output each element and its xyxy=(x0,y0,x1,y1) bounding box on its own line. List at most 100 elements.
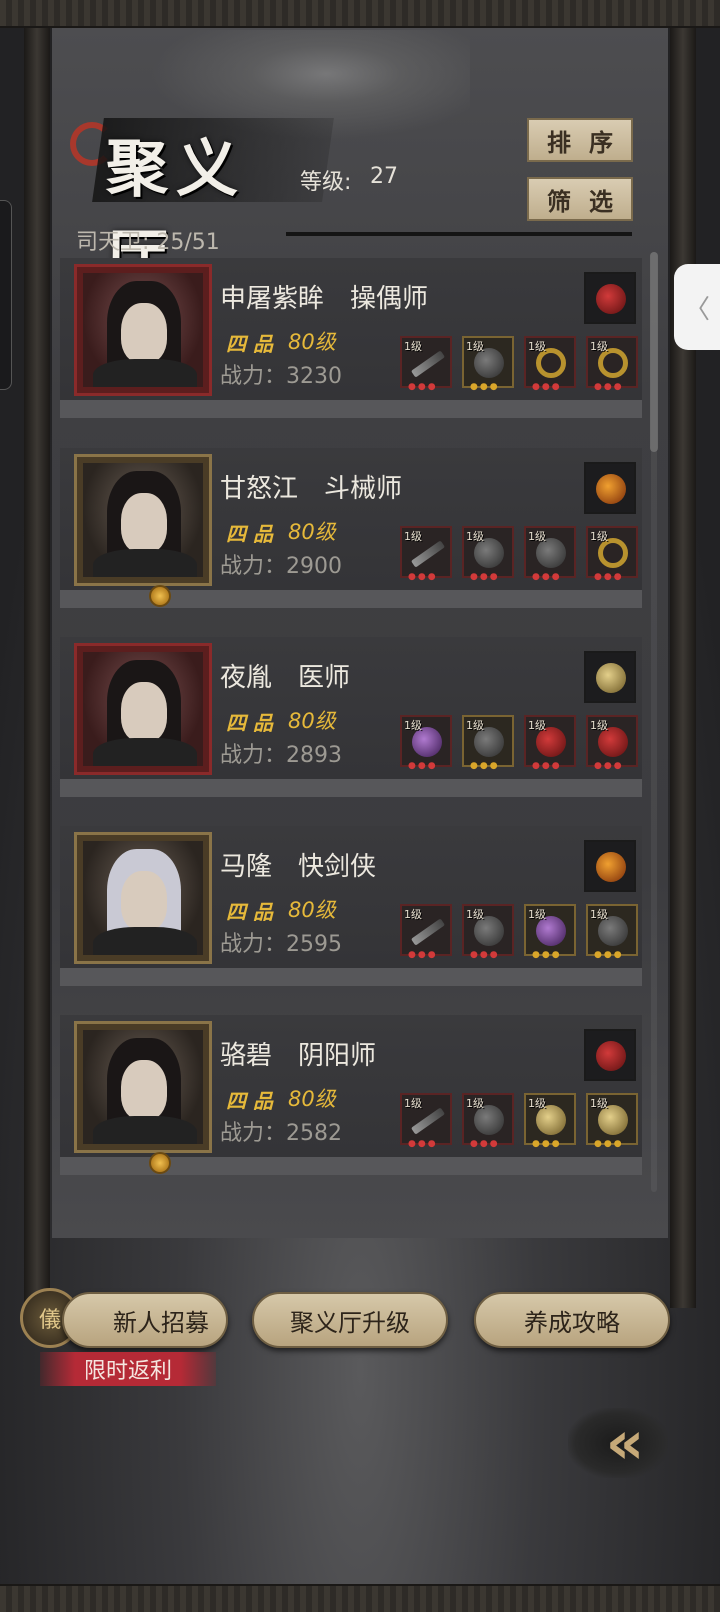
star-dots: ●●● xyxy=(594,1139,624,1149)
star-dots: ●●● xyxy=(470,950,500,960)
hall-level-value: 27 xyxy=(370,164,398,189)
equipment-slot[interactable]: 1级 ●●● xyxy=(586,904,638,960)
guide-button[interactable]: 养成攻略 xyxy=(474,1292,670,1348)
hall-level-label: 等级: xyxy=(300,170,352,195)
limited-rebate-badge[interactable]: 限时返利 xyxy=(40,1352,216,1386)
equipment-level: 1级 xyxy=(404,1097,422,1110)
special-item-slot[interactable] xyxy=(584,272,636,324)
crossbow-icon xyxy=(410,540,446,568)
member-card[interactable]: 夜胤 医师 四 品 80级 战力：2893 1级 ●●● 1级 ●●● 1级 ●… xyxy=(60,637,642,797)
member-power: 战力：2582 xyxy=(220,1121,342,1146)
equipment-level: 1级 xyxy=(528,908,546,921)
equipment-slot[interactable]: 1级 ●●● xyxy=(462,1093,514,1149)
member-card[interactable]: 甘怒江 斗械师 四 品 80级 战力：2900 1级 ●●● 1级 ●●● 1级… xyxy=(60,448,642,608)
member-grade: 四 品 xyxy=(226,522,273,546)
star-dots: ●●● xyxy=(470,572,500,582)
equipment-slot[interactable]: 1级 ●●● xyxy=(400,1093,452,1149)
sickle-icon xyxy=(410,1107,446,1135)
member-name: 申屠紫眸 操偶师 xyxy=(220,284,429,314)
equipment-slot[interactable]: 1级 ●●● xyxy=(524,336,576,392)
portrait-body xyxy=(93,549,197,577)
rank-badge-icon xyxy=(149,1152,171,1174)
equipment-slot[interactable]: 1级 ●●● xyxy=(400,336,452,392)
torch-icon xyxy=(596,474,626,504)
star-dots: ●●● xyxy=(532,1139,562,1149)
equipment-level: 1级 xyxy=(590,530,608,543)
equipment-slot[interactable]: 1级 ●●● xyxy=(586,715,638,771)
star-dots: ●●● xyxy=(532,382,562,392)
equipment-slot[interactable]: 1级 ●●● xyxy=(586,1093,638,1149)
equipment-slot[interactable]: 1级 ●●● xyxy=(462,715,514,771)
back-button[interactable]: « xyxy=(568,1408,668,1478)
bracelet-icon xyxy=(596,663,626,693)
recruit-button[interactable]: 新人招募 xyxy=(62,1292,228,1348)
sort-button[interactable]: 排序 xyxy=(527,118,633,162)
portrait-art xyxy=(83,273,203,387)
member-card[interactable]: 马隆 快剑侠 四 品 80级 战力：2595 1级 ●●● 1级 ●●● 1级 … xyxy=(60,826,642,986)
side-expand-tab[interactable]: 〈 xyxy=(674,264,720,350)
equipment-level: 1级 xyxy=(528,1097,546,1110)
equipment-slot[interactable]: 1级 ●●● xyxy=(462,526,514,582)
member-level: 80级 xyxy=(288,520,336,544)
page-title: 聚义厅 xyxy=(70,112,334,295)
rank-badge-icon xyxy=(149,585,171,607)
star-dots: ●●● xyxy=(408,1139,438,1149)
equipment-slot[interactable]: 1级 ●●● xyxy=(524,526,576,582)
member-portrait[interactable] xyxy=(74,454,212,607)
special-item-slot[interactable] xyxy=(584,1029,636,1081)
equipment-level: 1级 xyxy=(590,340,608,353)
member-portrait[interactable] xyxy=(74,832,212,964)
equipment-slot[interactable]: 1级 ●●● xyxy=(524,1093,576,1149)
double-chevron-left-icon: « xyxy=(605,1408,645,1478)
star-dots: ●●● xyxy=(408,950,438,960)
member-power: 战力：3230 xyxy=(220,364,342,389)
portrait-art xyxy=(83,841,203,955)
member-card[interactable]: 骆碧 阴阳师 四 品 80级 战力：2582 1级 ●●● 1级 ●●● 1级 … xyxy=(60,1015,642,1175)
equipment-slot[interactable]: 1级 ●●● xyxy=(524,715,576,771)
star-dots: ●●● xyxy=(470,382,500,392)
hall-upgrade-button[interactable]: 聚义厅升级 xyxy=(252,1292,448,1348)
left-edge-tab xyxy=(0,200,12,390)
equipment-slot[interactable]: 1级 ●●● xyxy=(400,904,452,960)
equipment-level: 1级 xyxy=(404,908,422,921)
left-pillar xyxy=(24,28,50,1308)
recruit-token-glyph: 儀 xyxy=(38,1308,61,1333)
equipment-slot[interactable]: 1级 ●●● xyxy=(462,336,514,392)
member-power: 战力：2893 xyxy=(220,743,342,768)
bottom-border xyxy=(0,1584,720,1612)
guard-count: 司天卫: 25/51 xyxy=(76,230,220,255)
member-grade: 四 品 xyxy=(226,900,273,924)
star-dots: ●●● xyxy=(532,572,562,582)
equipment-slot[interactable]: 1级 ●●● xyxy=(462,904,514,960)
special-item-slot[interactable] xyxy=(584,651,636,703)
equipment-slot[interactable]: 1级 ●●● xyxy=(586,336,638,392)
portrait-body xyxy=(93,359,197,387)
spear-icon xyxy=(410,350,446,378)
right-pillar xyxy=(670,28,696,1308)
portrait-face xyxy=(121,682,167,742)
scrollbar-thumb[interactable] xyxy=(650,252,658,452)
portrait-face xyxy=(121,303,167,363)
equipment-slot[interactable]: 1级 ●●● xyxy=(586,526,638,582)
portrait-art xyxy=(83,652,203,766)
member-portrait[interactable] xyxy=(74,1021,212,1174)
divider xyxy=(286,232,632,236)
special-item-slot[interactable] xyxy=(584,840,636,892)
filter-button[interactable]: 筛选 xyxy=(527,177,633,221)
equipment-slot[interactable]: 1级 ●●● xyxy=(524,904,576,960)
equipment-level: 1级 xyxy=(466,340,484,353)
special-item-slot[interactable] xyxy=(584,462,636,514)
equipment-level: 1级 xyxy=(404,530,422,543)
amber-gem-icon xyxy=(596,852,626,882)
equipment-level: 1级 xyxy=(466,908,484,921)
equipment-slot[interactable]: 1级 ●●● xyxy=(400,526,452,582)
member-portrait[interactable] xyxy=(74,264,212,396)
member-level: 80级 xyxy=(288,1087,336,1111)
equipment-slot[interactable]: 1级 ●●● xyxy=(400,715,452,771)
member-card[interactable]: 申屠紫眸 操偶师 四 品 80级 战力：3230 1级 ●●● 1级 ●●● 1… xyxy=(60,258,642,418)
equipment-level: 1级 xyxy=(404,719,422,732)
member-portrait[interactable] xyxy=(74,643,212,775)
equipment-level: 1级 xyxy=(404,340,422,353)
portrait-art xyxy=(83,463,203,577)
equipment-level: 1级 xyxy=(466,719,484,732)
